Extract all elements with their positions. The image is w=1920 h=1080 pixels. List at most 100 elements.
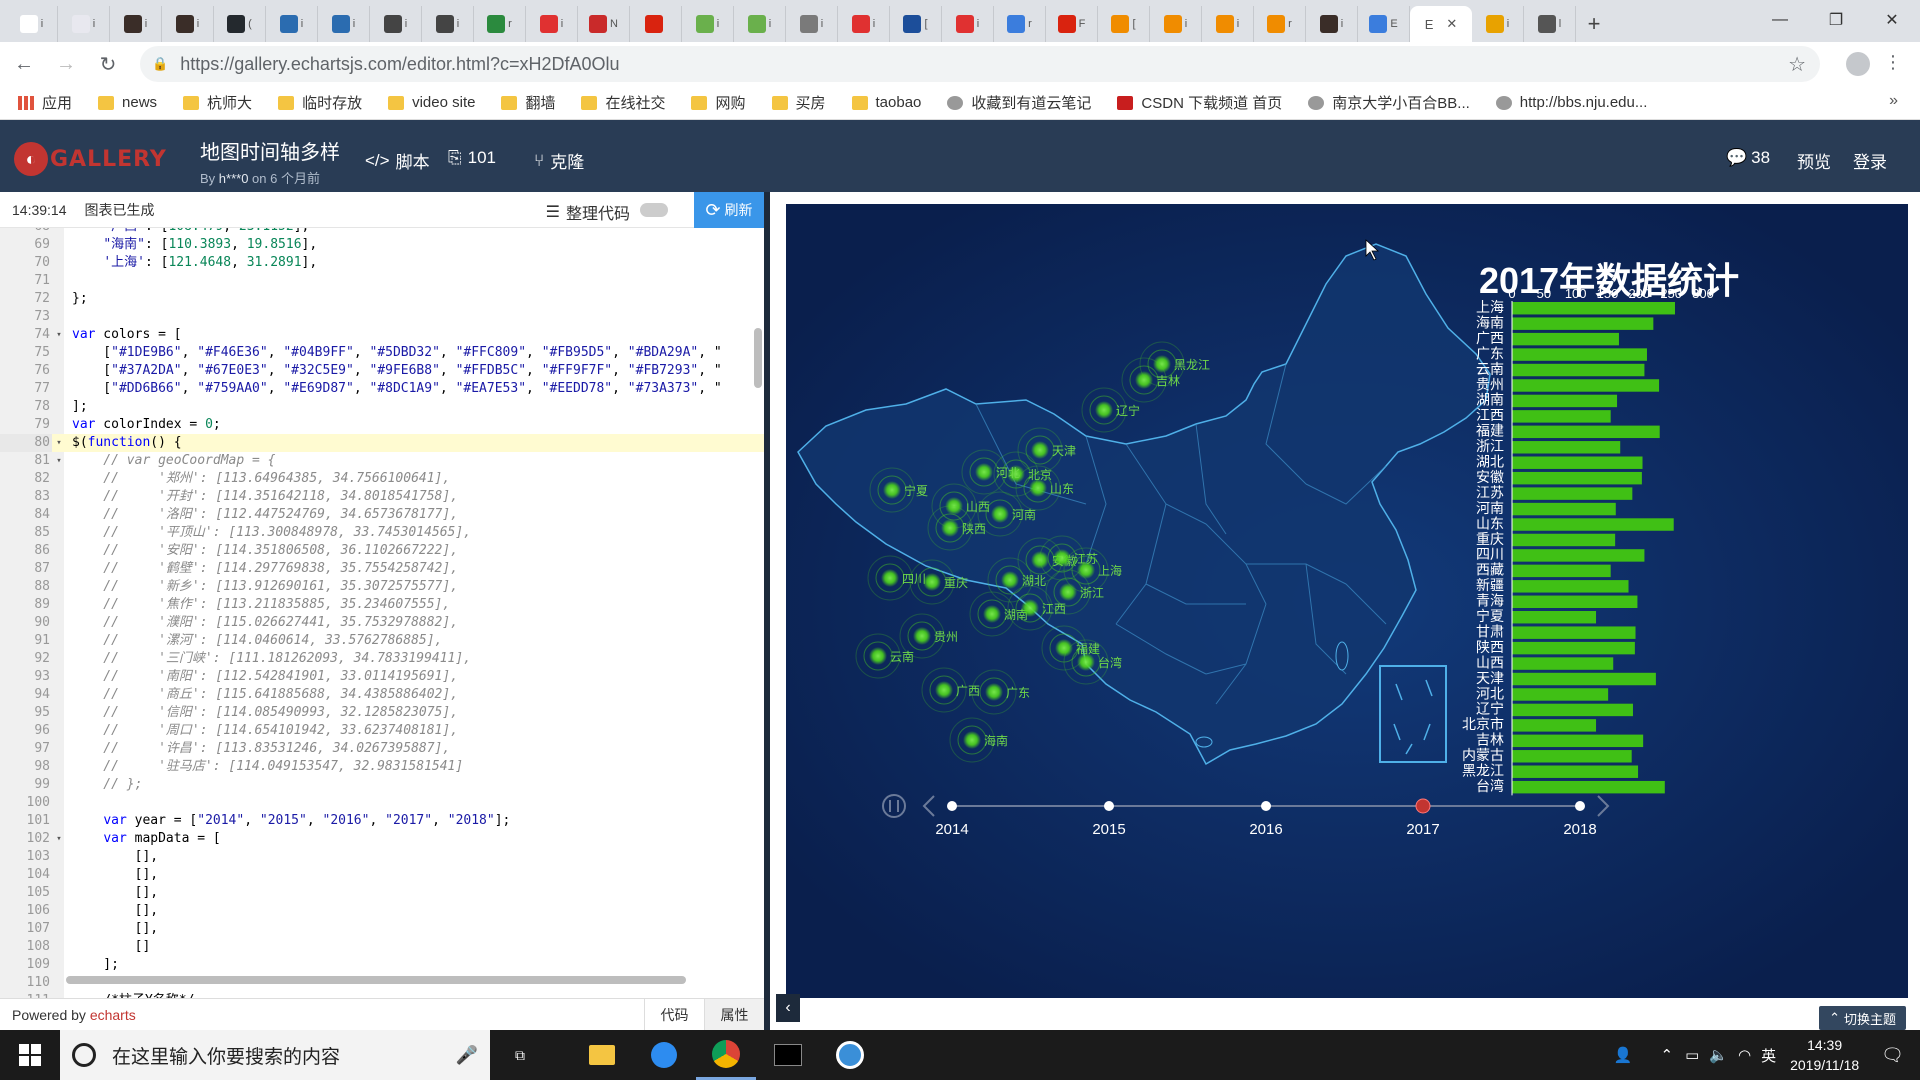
map-point[interactable] <box>935 681 953 699</box>
refresh-button[interactable]: ⟳ 刷新 <box>694 192 764 228</box>
active-browser-tab[interactable]: E ✕ <box>1410 6 1472 42</box>
browser-tab[interactable]: r <box>994 6 1046 42</box>
bar[interactable] <box>1512 734 1644 748</box>
bar[interactable] <box>1512 750 1632 763</box>
map-point[interactable] <box>983 605 1001 623</box>
bar[interactable] <box>1512 780 1665 794</box>
map-point[interactable] <box>883 481 901 499</box>
bookmark-item[interactable]: CSDN 下载频道 首页 <box>1117 92 1282 113</box>
new-tab-button[interactable]: + <box>1576 6 1612 42</box>
browser-tab[interactable]: i <box>838 6 890 42</box>
code-line[interactable]: 99 // }; <box>0 776 764 794</box>
author-name[interactable]: h***0 <box>219 171 249 186</box>
ime-indicator[interactable]: 英 <box>1761 1045 1776 1066</box>
bookmark-item[interactable]: taobao <box>851 94 921 111</box>
browser-tab[interactable]: l <box>1524 6 1576 42</box>
bar[interactable] <box>1512 626 1636 639</box>
browser-tab[interactable]: i <box>786 6 838 42</box>
code-line[interactable]: 91 // '漯河': [114.0460614, 33.5762786885]… <box>0 632 764 650</box>
code-line[interactable]: 79 var colorIndex = 0; <box>0 416 764 434</box>
code-line[interactable]: 94 // '商丘': [115.641885688, 34.438588640… <box>0 686 764 704</box>
bar[interactable] <box>1512 549 1645 562</box>
bar[interactable] <box>1512 641 1635 655</box>
map-point[interactable] <box>975 463 993 481</box>
code-line[interactable]: 108 [] <box>0 938 764 956</box>
volume-icon[interactable]: 🔈 <box>1709 1046 1728 1064</box>
browser-tab[interactable]: i <box>162 6 214 42</box>
tab-code[interactable]: 代码 <box>644 999 704 1031</box>
browser-menu-icon[interactable]: ⋮ <box>1884 52 1902 73</box>
map-point[interactable] <box>1001 571 1019 589</box>
battery-icon[interactable]: ▭ <box>1685 1046 1699 1064</box>
reload-icon[interactable]: ↻ <box>90 46 126 82</box>
close-tab-icon[interactable]: ✕ <box>1446 16 1457 32</box>
bookmark-item[interactable]: 收藏到有道云笔记 <box>947 92 1091 113</box>
code-line[interactable]: 96 // '周口': [114.654101942, 33.623740818… <box>0 722 764 740</box>
profile-avatar[interactable] <box>1846 52 1870 76</box>
code-line[interactable]: 77 ["#DD6B66", "#759AA0", "#E69D87", "#8… <box>0 380 764 398</box>
close-window-button[interactable]: ✕ <box>1864 0 1920 40</box>
gallery-logo[interactable]: ◐ GALLERY <box>14 142 167 176</box>
bar[interactable] <box>1512 502 1616 516</box>
bar[interactable] <box>1512 518 1674 531</box>
browser-tab[interactable]: i <box>1150 6 1202 42</box>
browser-tab[interactable]: r <box>1254 6 1306 42</box>
code-line[interactable]: 83 // '开封': [114.351642118, 34.801854175… <box>0 488 764 506</box>
microphone-icon[interactable]: 🎤 <box>456 1045 478 1066</box>
code-line[interactable]: 74 ▾ var colors = [ <box>0 326 764 344</box>
browser-tab[interactable]: [ <box>1098 6 1150 42</box>
bar[interactable] <box>1512 595 1638 608</box>
fold-arrow-icon[interactable]: ▾ <box>52 326 66 344</box>
map-point[interactable] <box>1095 401 1113 419</box>
bar[interactable] <box>1512 317 1654 330</box>
switch-theme-button[interactable]: ⌃ 切换主题 <box>1819 1006 1906 1030</box>
map-point[interactable] <box>1059 583 1077 601</box>
browser-tab[interactable]: i <box>110 6 162 42</box>
code-line[interactable]: 100 <box>0 794 764 812</box>
browser-tab[interactable]: i <box>58 6 110 42</box>
timeline-point[interactable] <box>1415 798 1431 814</box>
browser-tab[interactable]: E <box>1358 6 1410 42</box>
preview-button[interactable]: 预览 <box>1797 148 1831 173</box>
script-button[interactable]: </> 脚本 <box>365 148 430 173</box>
timeline-point[interactable] <box>1575 801 1585 811</box>
auto-refresh-toggle[interactable] <box>640 203 668 217</box>
code-line[interactable]: 86 // '安阳': [114.351806508, 36.110266722… <box>0 542 764 560</box>
map-point[interactable] <box>991 505 1009 523</box>
code-line[interactable]: 101 var year = ["2014", "2015", "2016", … <box>0 812 764 830</box>
browser-tab[interactable] <box>630 6 682 42</box>
code-line[interactable]: 97 // '许昌': [113.83531246, 34.0267395887… <box>0 740 764 758</box>
bar[interactable] <box>1512 471 1642 485</box>
code-line[interactable]: 82 // '郑州': [113.64964385, 34.7566100641… <box>0 470 764 488</box>
bookmark-item[interactable]: 应用 <box>18 92 72 113</box>
code-line[interactable]: 69 "海南": [110.3893, 19.8516], <box>0 236 764 254</box>
bar[interactable] <box>1512 719 1597 732</box>
people-icon[interactable]: 👤 <box>1614 1046 1633 1064</box>
map-point[interactable] <box>881 569 899 587</box>
bar[interactable] <box>1512 441 1621 454</box>
browser-tab[interactable]: i <box>942 6 994 42</box>
map-point[interactable] <box>1077 561 1095 579</box>
omnibox[interactable]: 🔒 https://gallery.echartsjs.com/editor.h… <box>140 46 1820 82</box>
map-point[interactable] <box>1029 479 1047 497</box>
vertical-scrollbar[interactable] <box>754 328 762 388</box>
bookmark-item[interactable]: 临时存放 <box>278 92 362 113</box>
bar[interactable] <box>1512 456 1643 469</box>
bar[interactable] <box>1512 363 1645 377</box>
browser-tab[interactable]: r <box>474 6 526 42</box>
code-line[interactable]: 104 [], <box>0 866 764 884</box>
code-line[interactable]: 85 // '平顶山': [113.300848978, 33.74530145… <box>0 524 764 542</box>
taskbar-search[interactable]: 在这里输入你要搜索的内容 🎤 <box>60 1030 490 1080</box>
bar[interactable] <box>1512 657 1614 670</box>
bookmarks-overflow-icon[interactable]: » <box>1889 92 1898 110</box>
back-icon[interactable]: ← <box>6 46 42 82</box>
code-line[interactable]: 92 // '三门峡': [111.181262093, 34.78331994… <box>0 650 764 668</box>
browser-tab[interactable]: i <box>526 6 578 42</box>
bookmark-item[interactable]: 在线社交 <box>581 92 665 113</box>
code-line[interactable]: 107 [], <box>0 920 764 938</box>
tidy-code-button[interactable]: ☰ 整理代码 <box>546 200 630 224</box>
clone-button[interactable]: ⑂ 克隆 <box>534 148 584 173</box>
bar[interactable] <box>1512 564 1611 578</box>
bar[interactable] <box>1512 332 1619 346</box>
bar[interactable] <box>1512 379 1660 392</box>
